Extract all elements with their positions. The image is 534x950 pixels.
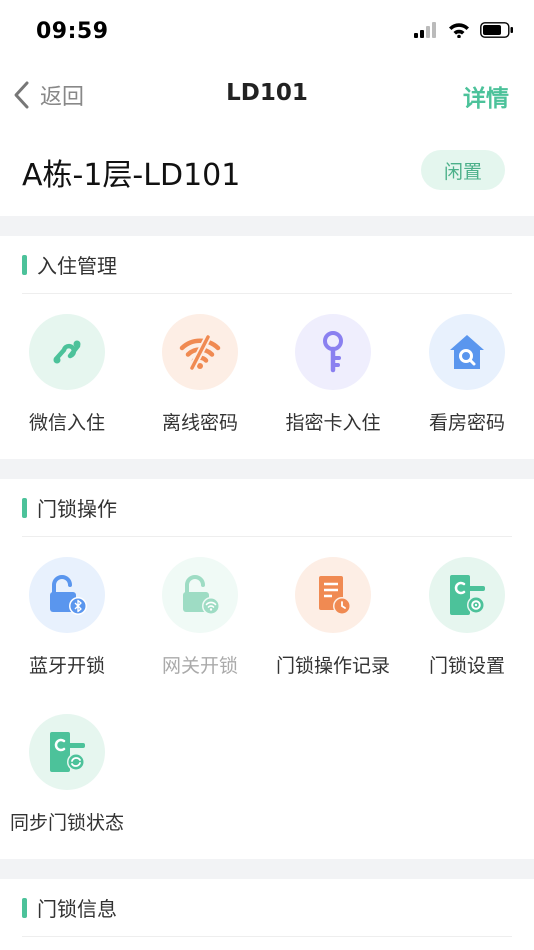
checkin-section: 入住管理 微信入住 离线密码 指密卡入住 看房密码 bbox=[0, 236, 534, 459]
lock-operation-log-button[interactable]: 门锁操作记录 bbox=[266, 557, 400, 678]
item-label: 蓝牙开锁 bbox=[28, 655, 105, 677]
section-accent-bar bbox=[22, 254, 27, 275]
item-label: 离线密码 bbox=[161, 412, 238, 434]
section-title: 门锁信息 bbox=[37, 897, 117, 921]
section-header: 门锁操作 bbox=[22, 479, 512, 537]
lock-operations-section: 门锁操作 蓝牙开锁 网关开锁 门锁操作记录 门锁设置 同步门锁状态 bbox=[0, 479, 534, 859]
lock-sync-icon bbox=[29, 714, 105, 790]
item-label: 同步门锁状态 bbox=[9, 812, 124, 834]
item-label: 门锁设置 bbox=[428, 655, 505, 677]
section-title: 入住管理 bbox=[37, 254, 117, 278]
bluetooth-unlock-icon bbox=[29, 557, 105, 633]
status-icons bbox=[414, 22, 514, 38]
wifi-icon bbox=[449, 23, 469, 38]
room-header: A栋-1层-LD101 闲置 bbox=[0, 126, 534, 216]
fingerprint-card-checkin-button[interactable]: 指密卡入住 bbox=[266, 314, 400, 435]
section-header: 入住管理 bbox=[22, 236, 512, 294]
wifi-off-icon bbox=[162, 314, 238, 390]
room-status-badge: 闲置 bbox=[421, 150, 505, 190]
gateway-unlock-button[interactable]: 网关开锁 bbox=[133, 557, 267, 678]
gateway-unlock-icon bbox=[162, 557, 238, 633]
room-name: A栋-1层-LD101 bbox=[22, 158, 241, 193]
detail-button[interactable]: 详情 bbox=[463, 79, 509, 113]
nav-bar: 返回 LD101 详情 bbox=[0, 64, 534, 126]
status-bar: 09:59 bbox=[0, 0, 534, 64]
section-divider bbox=[0, 459, 534, 479]
item-label: 微信入住 bbox=[28, 412, 105, 434]
cellular-signal-icon bbox=[414, 22, 436, 38]
item-label: 网关开锁 bbox=[161, 655, 238, 677]
offline-password-button[interactable]: 离线密码 bbox=[133, 314, 267, 435]
lock-settings-button[interactable]: 门锁设置 bbox=[400, 557, 534, 678]
viewing-password-button[interactable]: 看房密码 bbox=[400, 314, 534, 435]
item-label: 看房密码 bbox=[428, 412, 505, 434]
status-time: 09:59 bbox=[36, 19, 109, 44]
wechat-checkin-button[interactable]: 微信入住 bbox=[0, 314, 134, 435]
lock-info-section: 门锁信息 bbox=[0, 879, 534, 950]
section-header: 门锁信息 bbox=[22, 879, 512, 937]
section-title: 门锁操作 bbox=[37, 497, 117, 521]
section-accent-bar bbox=[22, 497, 27, 518]
sync-lock-status-button[interactable]: 同步门锁状态 bbox=[0, 714, 134, 835]
page-title: LD101 bbox=[226, 80, 308, 106]
bluetooth-unlock-button[interactable]: 蓝牙开锁 bbox=[0, 557, 134, 678]
section-divider bbox=[0, 216, 534, 236]
record-document-icon bbox=[295, 557, 371, 633]
key-icon bbox=[295, 314, 371, 390]
lock-settings-icon bbox=[429, 557, 505, 633]
item-label: 指密卡入住 bbox=[285, 412, 381, 434]
section-divider bbox=[0, 859, 534, 879]
battery-icon bbox=[480, 22, 513, 38]
house-search-icon bbox=[429, 314, 505, 390]
section-accent-bar bbox=[22, 897, 27, 918]
item-label: 门锁操作记录 bbox=[275, 655, 390, 677]
wechat-mini-program-icon bbox=[29, 314, 105, 390]
